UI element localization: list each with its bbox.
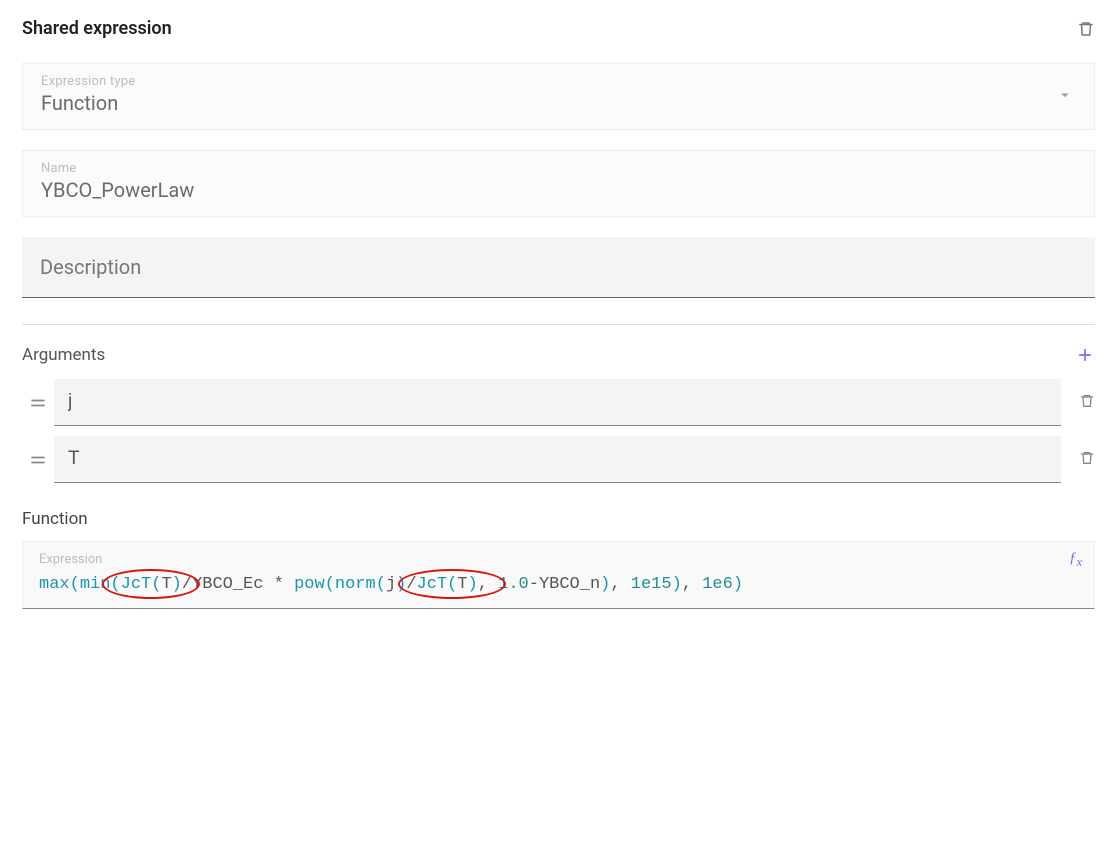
expr-token: * — [263, 575, 294, 594]
expr-token: j — [386, 575, 396, 594]
argument-input[interactable] — [54, 436, 1061, 483]
arguments-list — [22, 379, 1095, 483]
delete-argument-button[interactable] — [1079, 449, 1095, 471]
expr-token: ( — [110, 575, 120, 594]
expr-token: pow — [294, 575, 325, 594]
expr-token: YBCO_Ec — [192, 575, 263, 594]
arguments-header: Arguments — [22, 345, 1095, 365]
expr-token: ) — [396, 575, 406, 594]
delete-expression-button[interactable] — [1077, 19, 1095, 39]
expression-type-label: Expression type — [41, 74, 1076, 89]
trash-icon — [1077, 19, 1095, 39]
drag-handle-icon — [28, 393, 48, 413]
expr-token: YBCO_n — [539, 575, 600, 594]
expr-token: 1e15 — [631, 575, 672, 594]
expr-token: , — [682, 575, 702, 594]
expr-token: 1e6 — [702, 575, 733, 594]
expr-token: T — [161, 575, 171, 594]
divider — [22, 324, 1095, 325]
expr-token: T — [457, 575, 467, 594]
expr-token: ) — [672, 575, 682, 594]
expr-token: norm — [335, 575, 376, 594]
expr-token: ) — [733, 575, 743, 594]
header-row: Shared expression — [22, 18, 1095, 39]
expression-type-value: Function — [41, 91, 1076, 115]
chevron-down-icon — [1056, 86, 1074, 108]
function-section-label: Function — [22, 509, 1095, 529]
expr-token: - — [529, 575, 539, 594]
expression-box[interactable]: ƒx Expression max(min(JcT(T)/YBCO_Ec * p… — [22, 541, 1095, 609]
expression-type-select[interactable]: Expression type Function — [22, 63, 1095, 130]
expr-token: , — [610, 575, 630, 594]
fx-button[interactable]: ƒx — [1069, 550, 1082, 570]
drag-handle[interactable] — [22, 393, 54, 413]
page-title: Shared expression — [22, 18, 172, 39]
expr-token: min — [80, 575, 111, 594]
argument-row — [22, 379, 1095, 426]
expr-token: / — [406, 575, 416, 594]
expr-token: , — [478, 575, 498, 594]
add-argument-button[interactable] — [1075, 345, 1095, 365]
name-label: Name — [41, 161, 1076, 176]
argument-row — [22, 436, 1095, 483]
description-input[interactable]: Description — [22, 237, 1095, 298]
expr-token: ( — [447, 575, 457, 594]
expr-token: / — [182, 575, 192, 594]
drag-handle[interactable] — [22, 450, 54, 470]
expr-token: JcT — [121, 575, 152, 594]
expr-token: ) — [468, 575, 478, 594]
delete-argument-button[interactable] — [1079, 392, 1095, 414]
trash-icon — [1079, 449, 1095, 467]
expr-token: ) — [600, 575, 610, 594]
expression-label: Expression — [39, 552, 1078, 567]
expr-token: ( — [151, 575, 161, 594]
expr-token: ) — [172, 575, 182, 594]
name-field[interactable]: Name YBCO_PowerLaw — [22, 150, 1095, 217]
drag-handle-icon — [28, 450, 48, 470]
expr-token: JcT — [417, 575, 448, 594]
name-value: YBCO_PowerLaw — [41, 178, 1076, 202]
argument-input[interactable] — [54, 379, 1061, 426]
expr-token: max — [39, 575, 70, 594]
expression-code[interactable]: max(min(JcT(T)/YBCO_Ec * pow(norm(j)/JcT… — [39, 575, 1078, 594]
arguments-label: Arguments — [22, 345, 105, 365]
plus-icon — [1075, 345, 1095, 365]
expr-token: ( — [325, 575, 335, 594]
expr-token: ( — [376, 575, 386, 594]
expr-token: ( — [70, 575, 80, 594]
expr-token: 1.0 — [498, 575, 529, 594]
trash-icon — [1079, 392, 1095, 410]
description-placeholder: Description — [40, 255, 141, 279]
